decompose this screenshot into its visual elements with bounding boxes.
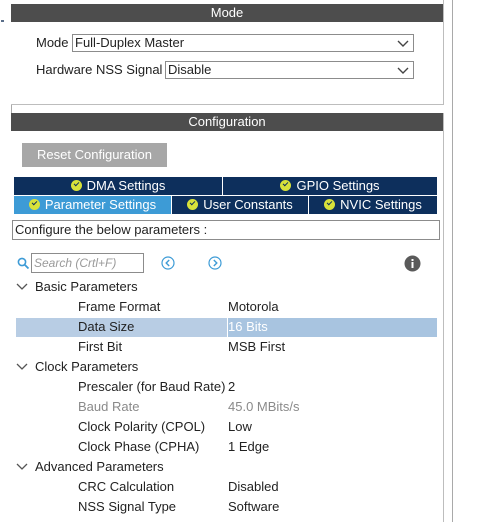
group-basic-parameters[interactable]: Basic Parameters [16, 277, 138, 297]
mode-label: Mode [36, 35, 69, 50]
chevron-down-icon [16, 463, 28, 470]
tab-label: Parameter Settings [44, 197, 157, 212]
mode-select[interactable]: Full-Duplex Master [72, 34, 414, 52]
tab-dma-settings[interactable]: DMA Settings [14, 177, 222, 195]
nss-label: Hardware NSS Signal [36, 62, 163, 77]
param-name: Baud Rate [78, 399, 140, 414]
param-name[interactable]: NSS Signal Type [78, 497, 176, 517]
chevron-down-icon [16, 283, 28, 290]
param-name[interactable]: Clock Phase (CPHA) [78, 437, 199, 457]
param-value[interactable]: Software [228, 497, 279, 517]
mode-select-value: Full-Duplex Master [75, 35, 185, 50]
info-icon[interactable] [404, 255, 421, 272]
description-box: Configure the below parameters : [12, 220, 440, 240]
search-input[interactable]: Search (Crtl+F) [31, 253, 144, 273]
arrow-right-circle-icon[interactable] [208, 256, 222, 270]
tab-parameter-settings[interactable]: Parameter Settings [14, 196, 171, 214]
group-label: Basic Parameters [35, 279, 138, 294]
chevron-down-icon [16, 363, 28, 370]
tab-label: DMA Settings [86, 178, 166, 193]
configuration-header: Configuration [11, 113, 443, 131]
group-clock-parameters[interactable]: Clock Parameters [16, 357, 138, 377]
param-value[interactable]: Low [228, 417, 252, 437]
nss-select-value: Disable [168, 62, 212, 77]
param-value[interactable]: Motorola [228, 297, 279, 317]
check-circle-icon [187, 199, 199, 210]
param-value[interactable]: MSB First [228, 337, 285, 357]
group-advanced-parameters[interactable]: Advanced Parameters [16, 457, 164, 477]
check-circle-icon [70, 180, 82, 191]
chevron-down-icon [397, 40, 409, 47]
param-value[interactable]: Disabled [228, 477, 279, 497]
search-icon [17, 257, 30, 270]
tab-user-constants[interactable]: User Constants [172, 196, 308, 214]
param-name[interactable]: Prescaler (for Baud Rate) [78, 377, 225, 397]
param-name[interactable]: Clock Polarity (CPOL) [78, 417, 205, 437]
group-label: Advanced Parameters [35, 459, 164, 474]
group-label: Clock Parameters [35, 359, 139, 374]
check-circle-icon [280, 180, 292, 191]
tab-nvic-settings[interactable]: NVIC Settings [309, 196, 437, 214]
param-name[interactable]: Data Size [78, 317, 134, 337]
check-circle-icon [324, 199, 336, 210]
check-circle-icon [28, 199, 40, 210]
param-value[interactable]: 2 [228, 377, 235, 397]
tab-label: User Constants [203, 197, 293, 212]
param-name[interactable]: First Bit [78, 337, 122, 357]
param-name[interactable]: Frame Format [78, 297, 160, 317]
param-value[interactable]: 16 Bits [228, 317, 268, 337]
mode-header: Mode [11, 4, 443, 22]
param-name[interactable]: CRC Calculation [78, 477, 174, 497]
reset-configuration-button[interactable]: Reset Configuration [22, 143, 167, 167]
right-border [452, 0, 453, 522]
chevron-down-icon [397, 67, 409, 74]
tab-label: GPIO Settings [296, 178, 380, 193]
param-value: 45.0 MBits/s [228, 399, 300, 414]
arrow-left-circle-icon[interactable] [161, 256, 175, 270]
tab-gpio-settings[interactable]: GPIO Settings [223, 177, 437, 195]
tab-label: NVIC Settings [340, 197, 422, 212]
param-value[interactable]: 1 Edge [228, 437, 269, 457]
nss-select[interactable]: Disable [165, 61, 414, 79]
edge-marker [1, 20, 4, 22]
